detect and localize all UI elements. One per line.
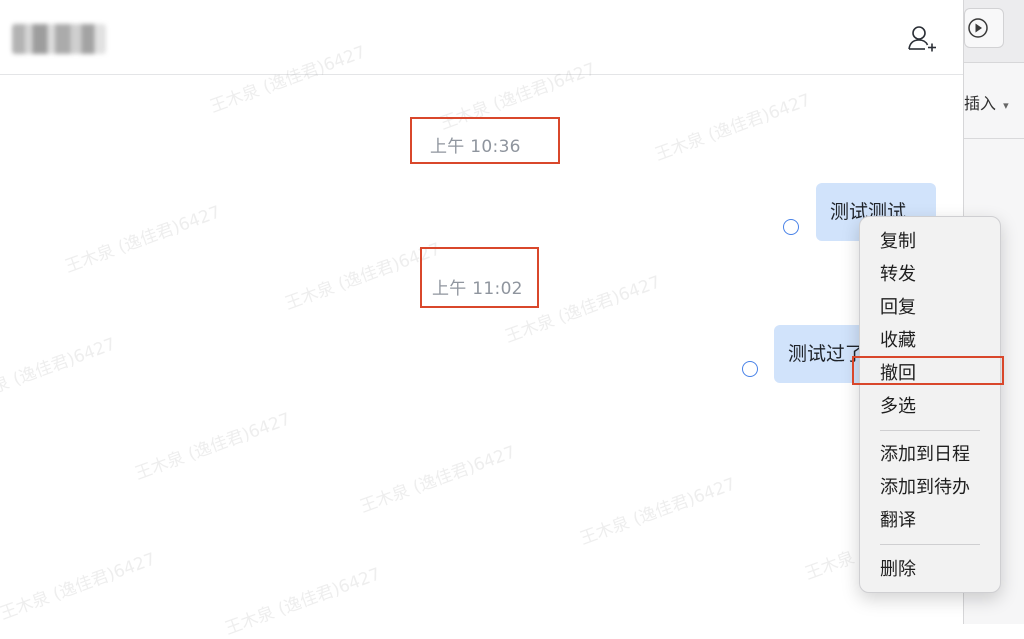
watermark: 王木泉 (逸佳君)6427 (282, 239, 444, 315)
chat-window: 王木泉 (逸佳君)6427 王木泉 (逸佳君)6427 王木泉 (逸佳君)642… (0, 0, 963, 639)
menu-item-reply[interactable]: 回复 (880, 296, 916, 320)
watermark: 王木泉 (逸佳君)6427 (132, 409, 294, 485)
menu-item-delete[interactable]: 删除 (880, 558, 916, 582)
watermark: 王木泉 (逸佳君)6427 (0, 334, 119, 410)
highlight-box (420, 247, 539, 308)
menu-item-add-to-todo[interactable]: 添加到待办 (880, 476, 970, 500)
insert-menu[interactable]: 插入 ▾ (964, 90, 1009, 114)
highlight-box (410, 117, 560, 164)
menu-item-add-to-calendar[interactable]: 添加到日程 (880, 443, 970, 467)
message-list[interactable]: 王木泉 (逸佳君)6427 王木泉 (逸佳君)6427 王木泉 (逸佳君)642… (0, 42, 963, 639)
menu-item-translate[interactable]: 翻译 (880, 509, 916, 533)
watermark: 王木泉 (逸佳君)6427 (0, 549, 159, 625)
menu-item-forward[interactable]: 转发 (880, 263, 916, 287)
menu-item-multiselect[interactable]: 多选 (880, 395, 916, 419)
background-app-toolbar (964, 0, 1024, 63)
watermark: 王木泉 (逸佳君)6427 (357, 442, 519, 518)
menu-item-copy[interactable]: 复制 (880, 230, 916, 254)
insert-label: 插入 (964, 94, 997, 113)
watermark: 王木泉 (逸佳君)6427 (222, 564, 384, 639)
chat-header (0, 0, 963, 75)
watermark: 王木泉 (逸佳君)6427 (652, 90, 814, 166)
menu-separator (880, 430, 980, 431)
play-circle-icon (968, 18, 988, 38)
play-button[interactable] (964, 8, 1004, 48)
menu-separator (880, 544, 980, 545)
message-context-menu: 复制 转发 回复 收藏 撤回 多选 添加到日程 添加到待办 翻译 删除 (859, 216, 1001, 593)
chevron-down-icon: ▾ (1003, 99, 1009, 112)
read-status-icon (742, 361, 758, 377)
read-status-icon (783, 219, 799, 235)
divider (964, 138, 1024, 139)
watermark: 王木泉 (逸佳君)6427 (577, 474, 739, 550)
watermark: 王木泉 (逸佳君)6427 (62, 202, 224, 278)
menu-item-favorite[interactable]: 收藏 (880, 329, 916, 353)
contact-name-blurred[interactable] (12, 24, 106, 54)
add-person-icon[interactable] (905, 22, 937, 54)
highlight-box (852, 356, 1004, 385)
